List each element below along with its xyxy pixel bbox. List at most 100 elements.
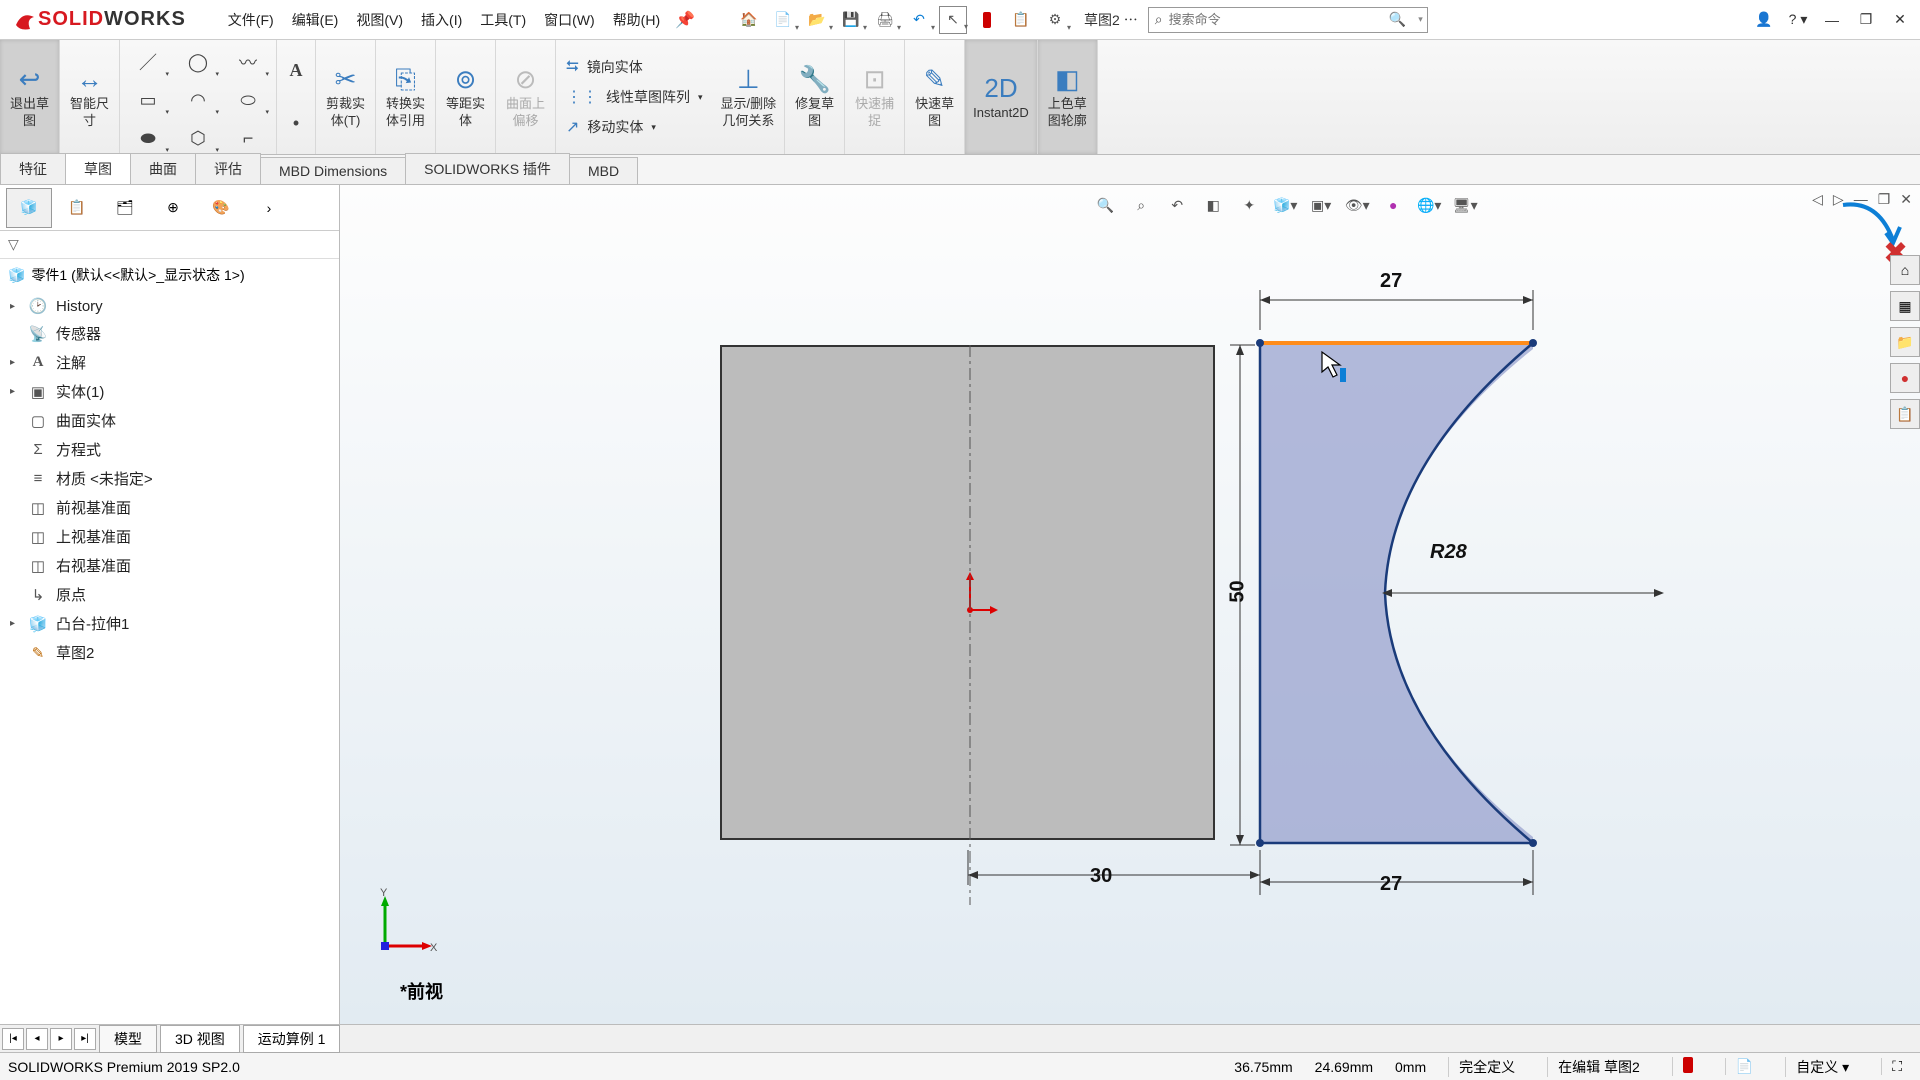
status-rebuild-icon[interactable] [1672, 1057, 1703, 1076]
slot-tool[interactable]: ⬬▾ [124, 120, 172, 156]
tab-solidworks-addins[interactable]: SOLIDWORKS 插件 [405, 153, 570, 184]
close-icon[interactable]: ✕ [1888, 8, 1912, 32]
fillet-tool[interactable]: ⌐ [224, 120, 272, 156]
display-style-icon[interactable]: ▣▾ [1307, 191, 1335, 219]
tab-nav-next[interactable]: ▸ [50, 1028, 72, 1050]
tree-material[interactable]: ≡材质 <未指定> [0, 464, 339, 493]
menu-tools[interactable]: 工具(T) [480, 10, 526, 30]
mdi-prev-icon[interactable]: ◁ [1812, 191, 1823, 208]
spline-tool[interactable]: 〰▾ [224, 44, 272, 80]
tree-sensors[interactable]: 📡传感器 [0, 319, 339, 348]
graphics-area[interactable]: 🔍 ⌕ ↶ ◧ ✦ 🧊▾ ▣▾ 👁▾ ● 🌐▾ 🖥▾ ◁ ▷ — ❐ ✕ ✖ [340, 185, 1920, 1024]
instant2d-button[interactable]: 2DInstant2D [965, 40, 1038, 154]
zoom-area-icon[interactable]: ⌕ [1127, 191, 1155, 219]
status-max-icon[interactable]: ⛶ [1881, 1058, 1912, 1075]
menu-view[interactable]: 视图(V) [356, 10, 403, 30]
tab-evaluate[interactable]: 评估 [195, 153, 261, 184]
menu-window[interactable]: 窗口(W) [544, 10, 595, 30]
menu-insert[interactable]: 插入(I) [421, 10, 462, 30]
tree-extrude[interactable]: ▸🧊凸台-拉伸1 [0, 609, 339, 638]
section-view-icon[interactable]: ◧ [1199, 191, 1227, 219]
convert-button[interactable]: ⎘转换实 体引用 [376, 40, 436, 154]
text-tool[interactable]: A [281, 56, 311, 86]
tab-mbd[interactable]: MBD [569, 157, 638, 184]
tree-top-plane[interactable]: ◫上视基准面 [0, 522, 339, 551]
menu-file[interactable]: 文件(F) [228, 10, 274, 30]
tab-surface[interactable]: 曲面 [130, 153, 196, 184]
dim-bottom-right-value[interactable]: 27 [1380, 873, 1402, 896]
sketch-profile[interactable] [1260, 343, 1680, 903]
user-icon[interactable]: 👤 [1752, 8, 1776, 32]
settings-icon[interactable]: ⚙▾ [1041, 6, 1069, 34]
status-units[interactable]: 自定义 ▾ [1785, 1057, 1859, 1077]
point-tool[interactable]: • [281, 109, 311, 139]
offset-button[interactable]: ⊚等距实 体 [436, 40, 496, 154]
more-tab[interactable]: › [246, 188, 292, 228]
view-triad[interactable]: Y X [370, 891, 440, 964]
line-tool[interactable]: ／▾ [124, 44, 172, 80]
tree-sketch2[interactable]: ✎草图2 [0, 638, 339, 667]
zoom-fit-icon[interactable]: 🔍 [1091, 191, 1119, 219]
pin-icon[interactable]: 📌 [675, 10, 695, 30]
tree-front-plane[interactable]: ◫前视基准面 [0, 493, 339, 522]
help-icon[interactable]: ? ▾ [1786, 8, 1810, 32]
tab-sketch[interactable]: 草图 [65, 153, 131, 184]
property-tab[interactable]: 📋 [54, 188, 100, 228]
ellipse-tool[interactable]: ⬭▾ [224, 82, 272, 118]
shade-sketch-button[interactable]: ◧上色草 图轮廓 [1038, 40, 1098, 154]
tab-nav-first[interactable]: |◂ [2, 1028, 24, 1050]
view-orient-icon[interactable]: 🧊▾ [1271, 191, 1299, 219]
mirror-button[interactable]: ⮀镜向实体 [566, 57, 703, 77]
dim-bottom-left-value[interactable]: 30 [1090, 865, 1112, 888]
taskpane-props-icon[interactable]: 📋 [1890, 399, 1920, 429]
search-dropdown-icon[interactable]: ▾ [1414, 14, 1427, 25]
taskpane-home-icon[interactable]: ⌂ [1890, 255, 1920, 285]
view-settings-icon[interactable]: 🖥▾ [1451, 191, 1479, 219]
dim-radius-value[interactable]: R28 [1430, 541, 1467, 564]
tree-solid-bodies[interactable]: ▸▣实体(1) [0, 377, 339, 406]
tree-surface-bodies[interactable]: ▢曲面实体 [0, 406, 339, 435]
move-button[interactable]: ↗移动实体 ▾ [566, 117, 703, 137]
rapid-sketch-button[interactable]: ✎快速草 图 [905, 40, 965, 154]
search-icon[interactable]: 🔍 [1381, 11, 1414, 28]
rectangle-tool[interactable]: ▭▾ [124, 82, 172, 118]
new-icon[interactable]: 📄▾ [769, 6, 797, 34]
scene-icon[interactable]: 🌐▾ [1415, 191, 1443, 219]
command-search[interactable]: ⌕ 🔍 ▾ [1148, 7, 1428, 33]
prev-view-icon[interactable]: ↶ [1163, 191, 1191, 219]
print-icon[interactable]: 🖨▾ [871, 6, 899, 34]
config-tab[interactable]: 🗂 [102, 188, 148, 228]
polygon-tool[interactable]: ⬡▾ [174, 120, 222, 156]
menu-help[interactable]: 帮助(H) [613, 10, 660, 30]
undo-icon[interactable]: ↶▾ [905, 6, 933, 34]
linear-pattern-button[interactable]: ⋮⋮线性草图阵列 ▾ [566, 87, 703, 107]
dynamic-icon[interactable]: ✦ [1235, 191, 1263, 219]
restore-icon[interactable]: ❐ [1854, 8, 1878, 32]
tab-nav-prev[interactable]: ◂ [26, 1028, 48, 1050]
tree-equations[interactable]: Σ方程式 [0, 435, 339, 464]
tree-origin[interactable]: ↳原点 [0, 580, 339, 609]
tab-feature[interactable]: 特征 [0, 153, 66, 184]
menu-edit[interactable]: 编辑(E) [292, 10, 339, 30]
dimxpert-tab[interactable]: ⊕ [150, 188, 196, 228]
dim-height-value[interactable]: 50 [1227, 580, 1250, 602]
part-root[interactable]: 🧊零件1 (默认<<默认>_显示状态 1>) [0, 259, 339, 291]
tab-3d-view[interactable]: 3D 视图 [160, 1025, 240, 1053]
appearance-icon[interactable]: ● [1379, 191, 1407, 219]
search-input[interactable] [1169, 12, 1381, 27]
hide-show-icon[interactable]: 👁▾ [1343, 191, 1371, 219]
tab-mbd-dimensions[interactable]: MBD Dimensions [260, 157, 406, 184]
display-tab[interactable]: 🎨 [198, 188, 244, 228]
options-list-icon[interactable]: 📋 [1007, 6, 1035, 34]
rebuild-icon[interactable] [973, 6, 1001, 34]
tree-annotations[interactable]: ▸A注解 [0, 348, 339, 377]
save-icon[interactable]: 💾▾ [837, 6, 865, 34]
tree-right-plane[interactable]: ◫右视基准面 [0, 551, 339, 580]
tab-nav-last[interactable]: ▸| [74, 1028, 96, 1050]
open-icon[interactable]: 📂▾ [803, 6, 831, 34]
circle-tool[interactable]: ◯▾ [174, 44, 222, 80]
select-icon[interactable]: ↖▾ [939, 6, 967, 34]
repair-sketch-button[interactable]: 🔧修复草 图 [785, 40, 845, 154]
trim-button[interactable]: ✂剪裁实 体(T) [316, 40, 376, 154]
tab-model[interactable]: 模型 [99, 1025, 157, 1053]
